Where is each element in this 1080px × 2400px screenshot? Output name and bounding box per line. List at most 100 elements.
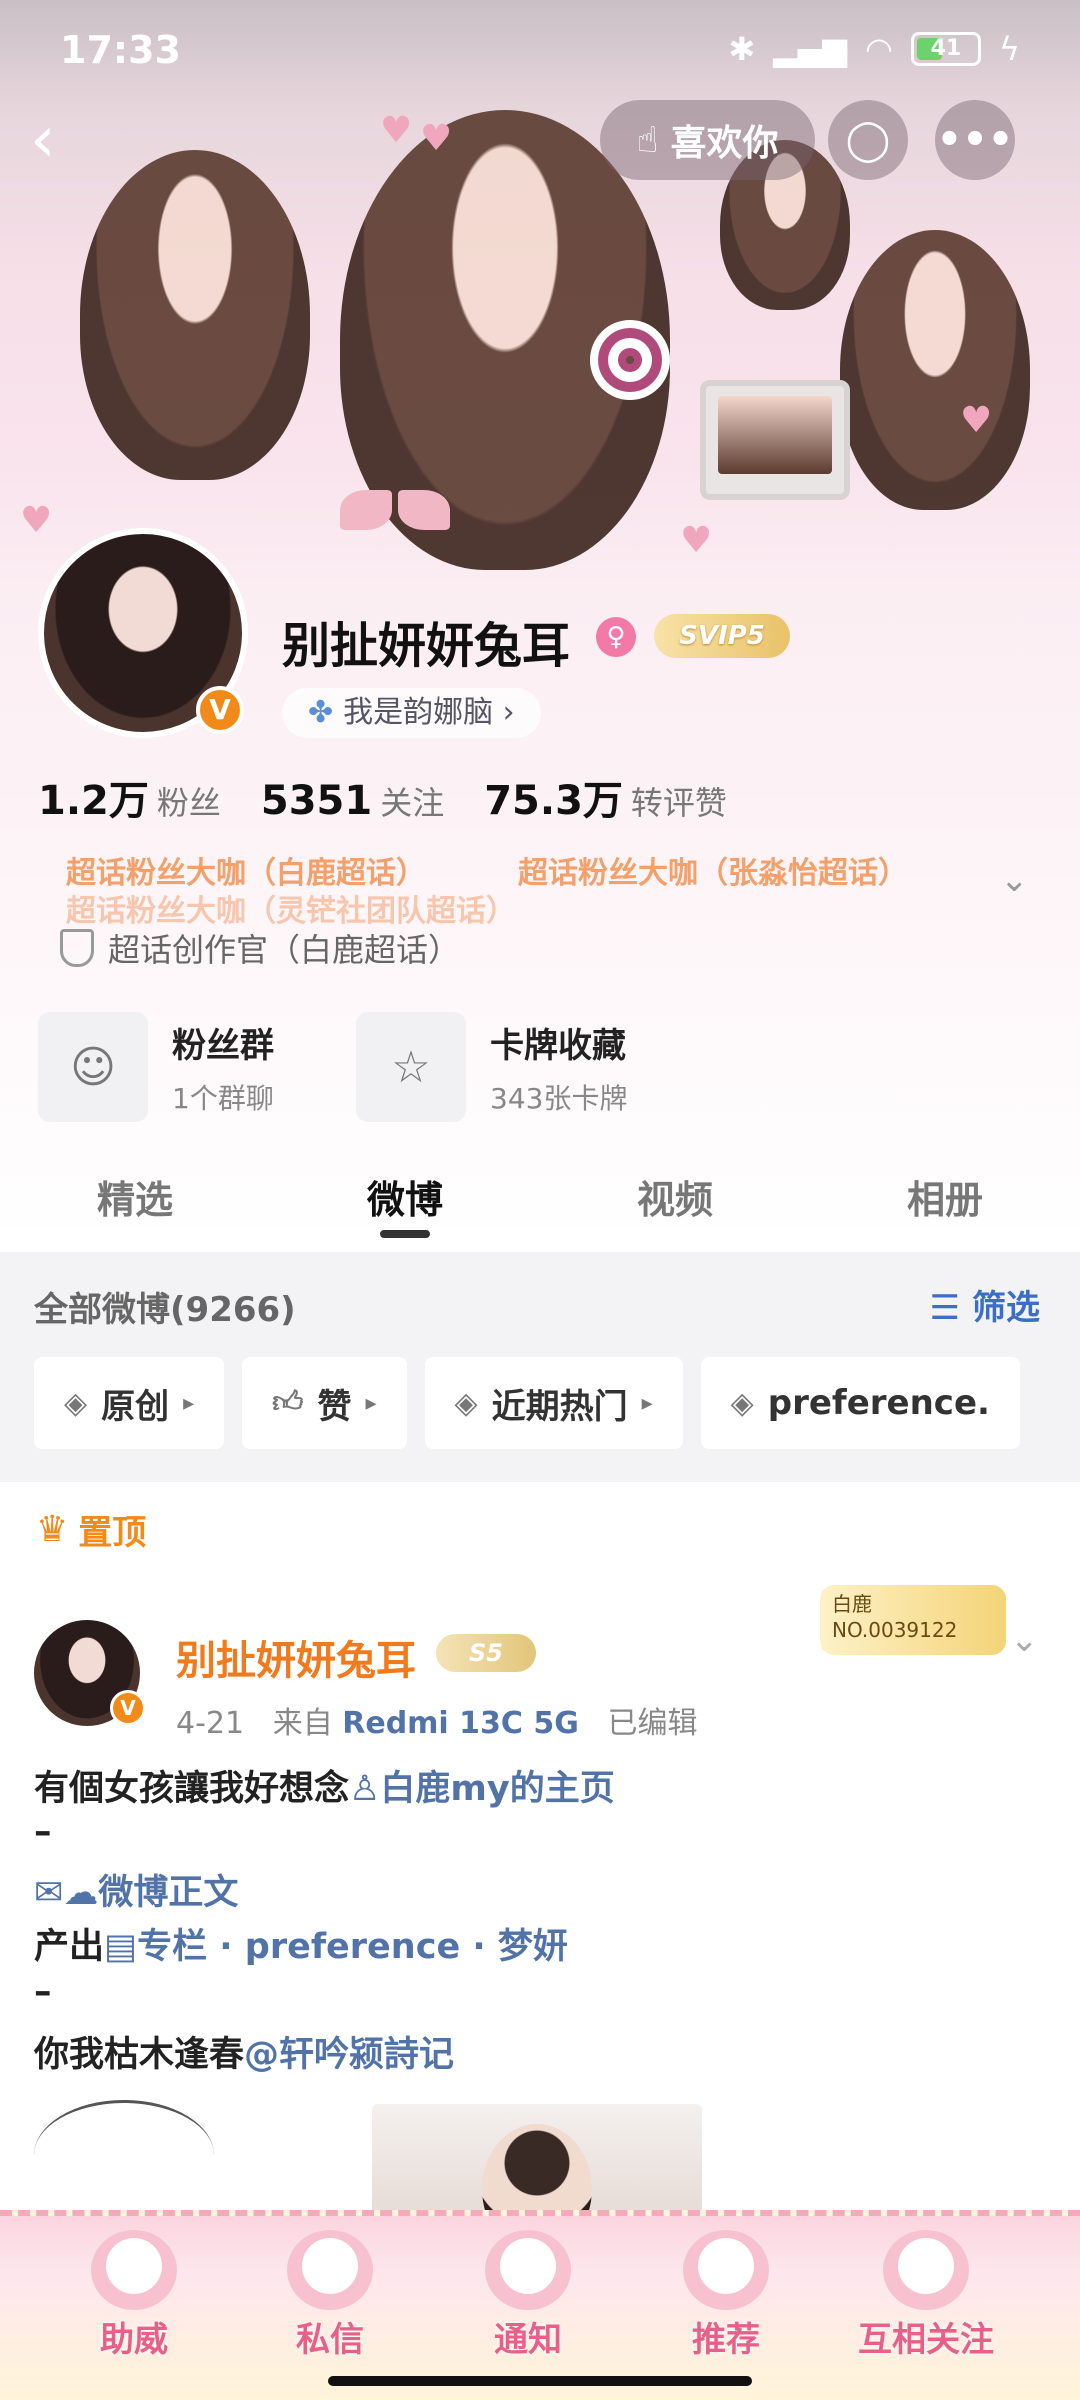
heart-icon: ♥ [420, 118, 453, 159]
chip-liked-label: 赞 [317, 1386, 352, 1427]
post-author[interactable]: 别扯妍妍兔耳 [176, 1628, 416, 1686]
layers-icon: ◈ [730, 1385, 754, 1421]
stat-likes[interactable]: 75.3万 转评赞 [484, 768, 727, 826]
chip-preference-label: preference. [767, 1383, 990, 1423]
chevron-right-icon: › [493, 695, 515, 730]
post-from-label: 来自 [272, 1706, 333, 1741]
creator-title[interactable]: 超话创作官（白鹿超话） [60, 925, 460, 971]
crown-icon: ♛ [36, 1509, 69, 1550]
like-you-button[interactable]: ☝ 喜欢你 [600, 100, 815, 180]
filter-button[interactable]: ☰ 筛选 [930, 1280, 1040, 1329]
tab-featured[interactable]: 精选 [0, 1150, 270, 1250]
tab-weibo[interactable]: 微博 [270, 1150, 540, 1250]
chip-liked[interactable]: 👍︎ 赞 ▸ [242, 1357, 407, 1449]
layers-icon: ◈ [454, 1385, 478, 1421]
post-line3-prefix: 产出 [34, 1927, 105, 1967]
bottom-mutual-follow-button[interactable]: 互相关注 [826, 2216, 1026, 2366]
fan-group-card[interactable]: ☺ 粉丝群 1个群聊 [38, 1012, 274, 1122]
post-image-doodle[interactable] [34, 2100, 214, 2210]
group-users-icon: ☺ [38, 1012, 148, 1122]
bottom-notify-label: 通知 [494, 2320, 562, 2360]
profile-stats: 1.2万 粉丝 5351 关注 75.3万 转评赞 [38, 768, 727, 826]
fan-group-title: 粉丝群 [172, 1025, 274, 1066]
fan-title-2[interactable]: 超话粉丝大咖（张淼怡超话） [518, 848, 908, 892]
post-text-line-4: 你我枯木逢春@轩吟颍詩记 [34, 2026, 454, 2077]
layers-icon: ◈ [64, 1385, 88, 1421]
stat-following[interactable]: 5351 关注 [261, 778, 444, 824]
like-you-label: 喜欢你 [670, 123, 779, 164]
card-collection-card[interactable]: ☆ 卡牌收藏 343张卡牌 [356, 1012, 627, 1122]
mutual-follow-icon [883, 2230, 969, 2310]
bottom-cheer-label: 助威 [100, 2320, 168, 2360]
pinned-label: ♛ 置顶 [36, 1505, 146, 1554]
stat-followers-num: 1.2万 [38, 778, 149, 824]
banner-portrait-left [80, 150, 310, 480]
bottom-message-button[interactable]: 私信 [230, 2216, 430, 2366]
column-icon: ▤ [104, 1927, 138, 1967]
post-verified-badge-icon: V [110, 1690, 146, 1726]
battery-icon: 41 [910, 32, 981, 66]
stat-likes-num: 75.3万 [484, 778, 623, 824]
post-menu-chevron-down-icon[interactable]: ⌄ [1010, 1620, 1039, 1660]
profile-tag-label: 我是韵娜脑 [343, 695, 494, 730]
search-icon: ◯ [845, 117, 891, 163]
post-line3-rest[interactable]: · preference · 梦妍 [219, 1927, 568, 1967]
chip-hot[interactable]: ◈ 近期热门 ▸ [424, 1357, 683, 1449]
creator-title-label: 超话创作官（白鹿超话） [108, 931, 461, 969]
home-indicator[interactable] [328, 2376, 752, 2386]
tab-album[interactable]: 相册 [810, 1150, 1080, 1250]
bottom-recommend-button[interactable]: 推荐 [626, 2216, 826, 2366]
weibo-filter-section: 全部微博(9266) ☰ 筛选 ◈ 原创 ▸ 👍︎ 赞 ▸ ◈ 近期热门 ▸ ◈ prefer… [0, 1252, 1080, 1482]
heart-icon: ♥ [960, 400, 993, 441]
post-text-line-1: 有個女孩讓我好想念♙白鹿my的主页 [34, 1760, 615, 1811]
post-line2-link[interactable]: 微博正文 [98, 1873, 238, 1913]
status-time: 17:33 [60, 28, 181, 72]
card-collection-title: 卡牌收藏 [490, 1025, 626, 1066]
back-button[interactable]: ‹ [30, 105, 100, 175]
post-text-line-2: ✉☁微博正文 [34, 1864, 238, 1915]
stat-followers[interactable]: 1.2万 粉丝 [38, 768, 221, 826]
caret-right-icon: ▸ [641, 1390, 653, 1416]
post-edited: 已编辑 [607, 1706, 698, 1741]
heart-icon: ♥ [380, 110, 413, 151]
profile-tag-pill[interactable]: ✤ 我是韵娜脑 › [282, 688, 541, 738]
caret-right-icon: ▸ [365, 1390, 377, 1416]
bottom-action-bar: 助威 私信 通知 推荐 互相关注 [0, 2210, 1080, 2400]
wifi-icon: ◠ [864, 30, 893, 68]
fan-group-sub: 1个群聊 [172, 1081, 274, 1115]
chip-original[interactable]: ◈ 原创 ▸ [34, 1357, 225, 1449]
post-dash-2: – [34, 1972, 52, 2012]
banner-monitor-sticker [700, 380, 850, 500]
post-line4-link[interactable]: @轩吟颍詩记 [244, 2035, 454, 2075]
clover-icon: ✤ [308, 695, 334, 730]
post-line3-link[interactable]: 专栏 [137, 1927, 207, 1967]
fan-title-3[interactable]: 超话粉丝大咖（灵铓社团队超话） [66, 886, 516, 930]
fans-number-badge[interactable]: 白鹿 NO.0039122 [820, 1585, 1006, 1655]
bottom-notify-button[interactable]: 通知 [428, 2216, 628, 2366]
tab-video[interactable]: 视频 [540, 1150, 810, 1250]
filter-label: 筛选 [972, 1288, 1040, 1328]
bottom-cheer-button[interactable]: 助威 [34, 2216, 234, 2366]
message-icon [287, 2230, 373, 2310]
bottom-recommend-label: 推荐 [692, 2320, 760, 2360]
bottom-mutual-follow-label: 互相关注 [858, 2320, 994, 2360]
more-button[interactable]: ••• [935, 100, 1015, 180]
all-weibo-count: 全部微博(9266) [34, 1290, 296, 1330]
hand-heart-icon: ☝ [636, 119, 659, 161]
chevron-left-icon: ‹ [30, 103, 56, 177]
signal-icon: ▂▄▆ [773, 30, 847, 68]
verified-badge-icon: V [196, 686, 244, 734]
post-dash-1: – [34, 1812, 52, 1852]
stat-followers-label: 粉丝 [156, 784, 221, 822]
expand-titles-chevron-down-icon[interactable]: ⌄ [1000, 860, 1029, 900]
user-icon: ♙ [349, 1769, 381, 1809]
search-button[interactable]: ◯ [828, 100, 908, 180]
post-device[interactable]: Redmi 13C 5G [342, 1706, 579, 1741]
chip-preference[interactable]: ◈ preference. [700, 1357, 1020, 1449]
post-line1-text: 有個女孩讓我好想念 [34, 1769, 350, 1809]
post-line1-link[interactable]: 白鹿my的主页 [380, 1769, 614, 1809]
notification-icon [485, 2230, 571, 2310]
post-image[interactable] [372, 2104, 702, 2214]
svip-badge[interactable]: SVIP5 [654, 614, 790, 658]
caret-right-icon: ▸ [183, 1390, 195, 1416]
